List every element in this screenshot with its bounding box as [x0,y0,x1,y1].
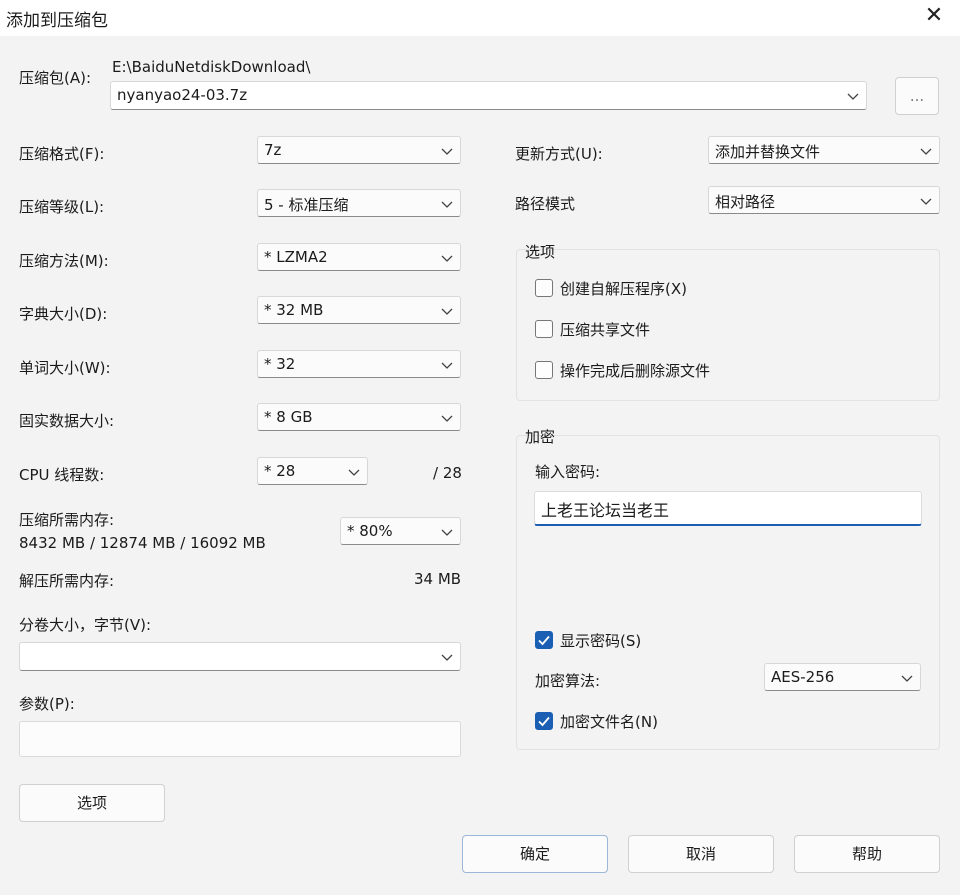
ok-button[interactable]: 确定 [462,835,608,873]
mem-compress-value: * 80% [347,522,393,540]
level-label: 压缩等级(L): [19,198,105,216]
options-button[interactable]: 选项 [19,784,165,822]
chevron-down-icon [440,411,454,425]
browse-button[interactable]: ... [895,77,939,115]
chevron-down-icon [919,194,933,208]
title-bar [0,0,960,36]
mem-decompress-value: 34 MB [414,570,462,588]
level-value: 5 - 标准压缩 [264,196,349,214]
encryption-method-value: AES-256 [771,668,835,686]
checkmark-icon [538,635,550,646]
update-value: 添加并替换文件 [715,143,821,161]
close-icon[interactable]: ✕ [920,2,948,30]
password-value: 上老王论坛当老王 [541,501,670,520]
threads-max: / 28 [433,464,462,482]
params-input[interactable] [19,721,461,757]
update-select[interactable]: 添加并替换文件 [708,136,940,164]
dict-label: 字典大小(D): [19,305,108,323]
archive-path: E:\BaiduNetdiskDownload\ [112,58,311,76]
path-mode-select[interactable]: 相对路径 [708,186,940,214]
ok-button-label: 确定 [519,845,550,863]
chevron-down-icon [919,144,933,158]
password-input[interactable]: 上老王论坛当老王 [534,491,922,526]
method-label: 压缩方法(M): [19,252,109,270]
chevron-down-icon [440,197,454,211]
dict-value: * 32 MB [264,301,324,319]
encryption-group-title: 加密 [525,428,556,446]
checkmark-icon [538,716,550,727]
cancel-button-label: 取消 [685,845,716,863]
volume-label: 分卷大小，字节(V): [19,616,152,634]
solid-label: 固实数据大小: [19,412,115,430]
chevron-down-icon [440,358,454,372]
mem-decompress-label: 解压所需内存: [19,572,115,590]
options-button-label: 选项 [76,794,107,812]
volume-select[interactable] [19,642,461,671]
window-title: 添加到压缩包 [6,11,108,31]
format-value: 7z [264,141,282,159]
show-password-checkbox[interactable] [535,631,553,649]
delete-source-checkbox[interactable] [535,361,553,379]
shared-files-checkbox[interactable] [535,320,553,338]
browse-button-label: ... [909,87,925,105]
solid-select[interactable]: * 8 GB [257,403,461,431]
chevron-down-icon [846,89,860,103]
chevron-down-icon [440,525,454,539]
encrypt-names-checkbox[interactable] [535,712,553,730]
path-mode-label: 路径模式 [515,195,576,213]
encryption-method-select[interactable]: AES-256 [764,663,921,691]
chevron-down-icon [440,304,454,318]
mem-compress-select[interactable]: * 80% [340,517,461,545]
method-value: * LZMA2 [264,248,328,266]
archive-label: 压缩包(A): [19,69,92,87]
options-group-title: 选项 [525,243,556,261]
word-label: 单词大小(W): [19,359,111,377]
chevron-down-icon [347,465,361,479]
level-select[interactable]: 5 - 标准压缩 [257,189,461,217]
cancel-button[interactable]: 取消 [628,835,774,873]
mem-compress-detail: 8432 MB / 12874 MB / 16092 MB [19,534,266,552]
update-label: 更新方式(U): [515,145,603,163]
word-select[interactable]: * 32 [257,350,461,378]
delete-source-checkbox-label: 操作完成后删除源文件 [560,362,711,380]
method-select[interactable]: * LZMA2 [257,243,461,271]
password-label: 输入密码: [535,463,601,481]
word-value: * 32 [264,355,296,373]
mem-compress-label: 压缩所需内存: [19,511,115,529]
chevron-down-icon [900,671,914,685]
solid-value: * 8 GB [264,408,313,426]
archive-filename-combo[interactable]: nyanyao24-03.7z [110,81,867,110]
threads-select[interactable]: * 28 [257,457,368,485]
format-label: 压缩格式(F): [19,145,105,163]
path-mode-value: 相对路径 [715,193,776,211]
help-button-label: 帮助 [851,845,882,863]
sfx-checkbox[interactable] [535,279,553,297]
encrypt-names-label: 加密文件名(N) [560,713,658,731]
chevron-down-icon [440,650,454,664]
dict-select[interactable]: * 32 MB [257,296,461,324]
archive-filename-value: nyanyao24-03.7z [117,86,248,104]
chevron-down-icon [440,251,454,265]
encryption-group [516,435,940,750]
sfx-checkbox-label: 创建自解压程序(X) [560,280,687,298]
encryption-method-label: 加密算法: [535,672,601,690]
params-label: 参数(P): [19,695,75,713]
chevron-down-icon [440,144,454,158]
help-button[interactable]: 帮助 [794,835,940,873]
shared-files-checkbox-label: 压缩共享文件 [560,321,651,339]
format-select[interactable]: 7z [257,136,461,164]
threads-label: CPU 线程数: [19,466,105,484]
threads-value: * 28 [264,462,296,480]
show-password-label: 显示密码(S) [560,632,642,650]
